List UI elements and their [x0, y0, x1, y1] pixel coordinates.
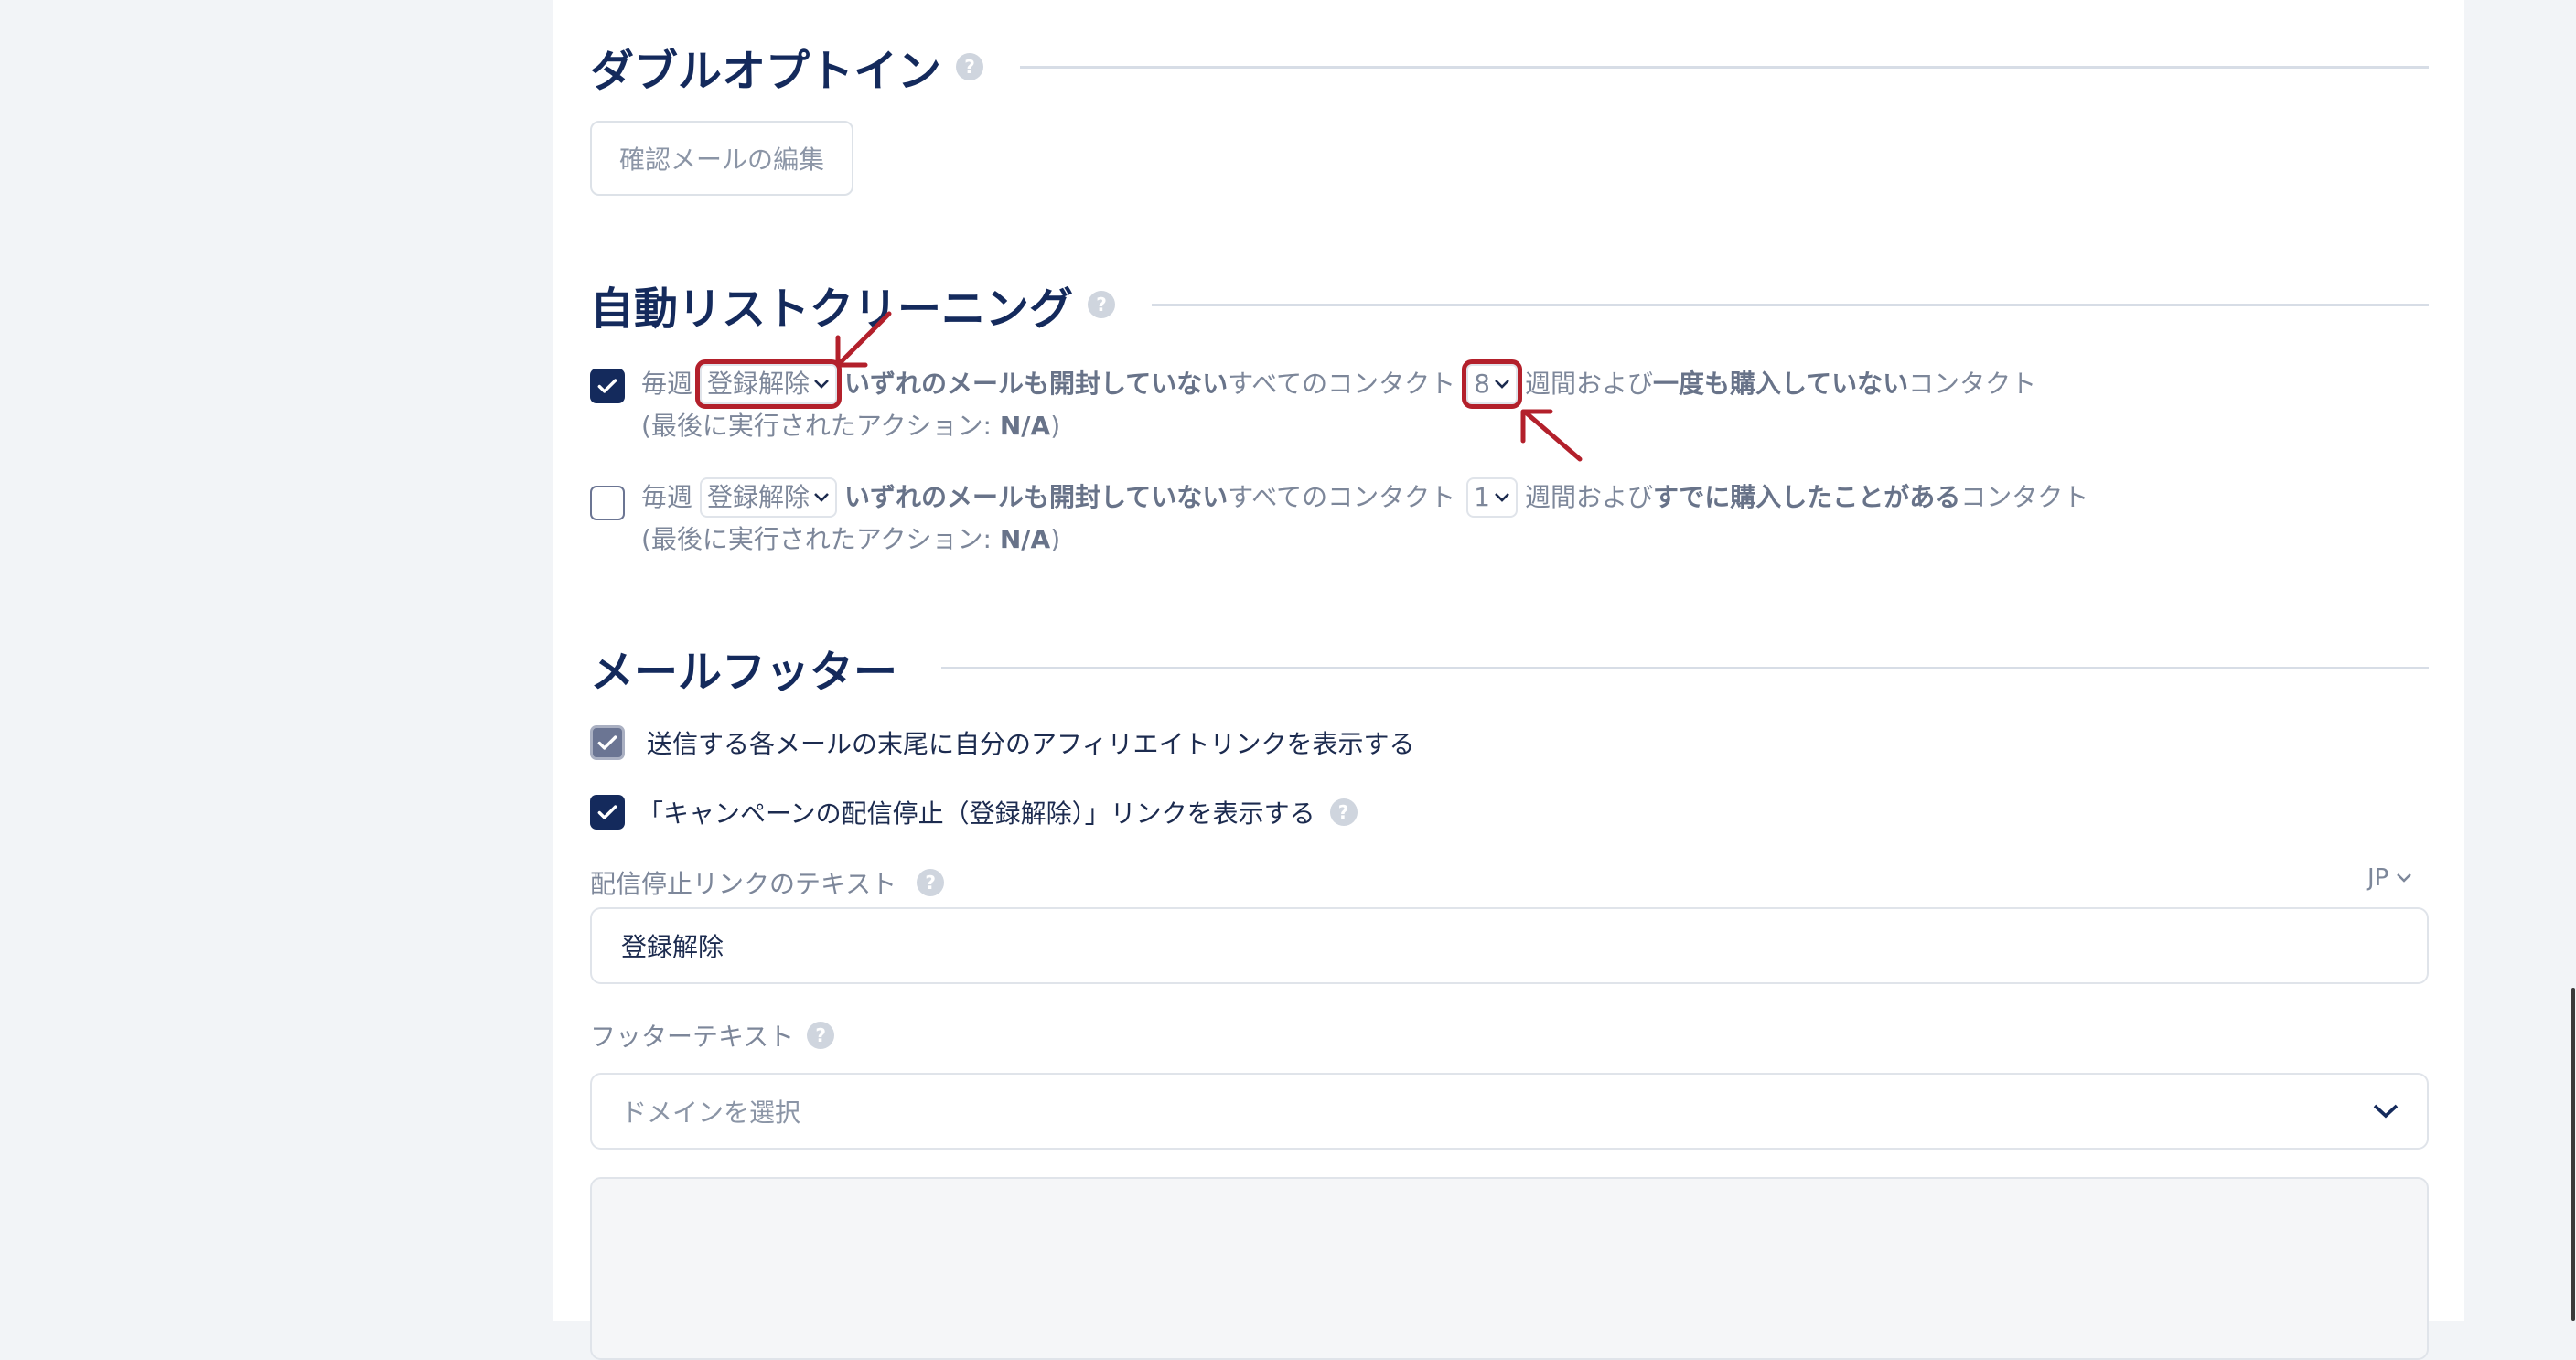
rule-2-condition-2: すでに購入したことがある — [1652, 482, 1961, 512]
rule-1-weeks-value: 8 — [1474, 369, 1490, 399]
unsubscribe-text-input[interactable]: 登録解除 — [590, 907, 2429, 984]
rule-2-last-action: (最後に実行されたアクション: N/A) — [641, 519, 2088, 561]
mail-footer-header: メールフッター — [590, 636, 2429, 700]
rule-1-last-action: (最後に実行されたアクション: N/A) — [641, 405, 2036, 447]
unsubscribe-link-checkbox[interactable] — [590, 795, 625, 830]
rule-1-condition-2: 一度も購入していない — [1652, 369, 1909, 399]
chevron-down-icon — [1495, 380, 1509, 389]
rule-1-prefix: 毎週 — [641, 369, 693, 399]
rule-1-checkbox[interactable] — [590, 369, 625, 403]
rule-2-suffix: コンタクト — [1960, 482, 2089, 512]
rule-1-action-value: 登録解除 — [707, 369, 810, 399]
language-select[interactable]: JP — [2367, 864, 2412, 892]
footer-text-label: フッターテキスト ? — [590, 1017, 835, 1054]
rule-2-prefix: 毎週 — [641, 482, 693, 512]
check-icon — [597, 735, 617, 750]
domain-select[interactable]: ドメインを選択 — [590, 1073, 2429, 1150]
chevron-down-icon — [1495, 493, 1509, 502]
last-action-close: ) — [1050, 524, 1061, 554]
rule-1-weeks-suffix: 週間および — [1524, 369, 1653, 399]
chevron-down-icon — [2397, 873, 2412, 883]
list-cleaning-help-icon[interactable]: ? — [1088, 291, 1116, 318]
rule-2-action-select[interactable]: 登録解除 — [700, 477, 838, 518]
rule-1-suffix: コンタクト — [1908, 369, 2037, 399]
rule-2-mid: すべてのコンタクト — [1228, 482, 1456, 512]
double-optin-title: ダブルオプトイン — [590, 46, 942, 97]
language-value: JP — [2367, 864, 2389, 892]
scrollbar[interactable] — [2571, 988, 2575, 1321]
list-cleaning-title: 自動リストクリーニング — [590, 284, 1074, 335]
unsubscribe-text-label-text: 配信停止リンクのテキスト — [590, 869, 897, 899]
last-action-close: ) — [1050, 411, 1061, 441]
rule-1-mid: すべてのコンタクト — [1228, 369, 1456, 399]
rule-2-weeks-select[interactable]: 1 — [1466, 477, 1518, 518]
double-optin-help-icon[interactable]: ? — [956, 53, 984, 80]
section-divider — [941, 666, 2429, 669]
rule-2-action-value: 登録解除 — [707, 482, 810, 512]
rule-2-weeks-suffix: 週間および — [1524, 482, 1653, 512]
unsubscribe-link-option[interactable]: 「キャンペーンの配信停止（登録解除）」リンクを表示する ? — [590, 794, 1358, 830]
last-action-label: (最後に実行されたアクション: — [641, 411, 1000, 441]
unsubscribe-link-label: 「キャンペーンの配信停止（登録解除）」リンクを表示する — [638, 798, 1315, 829]
affiliate-link-option[interactable]: 送信する各メールの末尾に自分のアフィリエイトリンクを表示する — [590, 724, 1414, 761]
chevron-down-icon — [2373, 1104, 2399, 1119]
footer-text-area[interactable] — [590, 1177, 2429, 1360]
check-icon — [597, 379, 617, 393]
footer-text-help-icon[interactable]: ? — [807, 1022, 835, 1049]
mail-footer-title: メールフッター — [590, 647, 898, 698]
double-optin-header: ダブルオプトイン ? — [590, 35, 2429, 99]
unsubscribe-help-icon[interactable]: ? — [1329, 798, 1358, 826]
last-action-value: N/A — [999, 411, 1051, 441]
rule-1-condition-1: いずれのメールも開封していない — [844, 369, 1229, 399]
list-cleaning-header: 自動リストクリーニング ? — [590, 273, 2429, 337]
chevron-down-icon — [814, 493, 829, 502]
affiliate-link-checkbox[interactable] — [590, 725, 625, 760]
rule-2-condition-1: いずれのメールも開封していない — [844, 482, 1229, 512]
affiliate-link-label: 送信する各メールの末尾に自分のアフィリエイトリンクを表示する — [647, 729, 1415, 759]
cleaning-rule-1: 毎週 登録解除 いずれのメールも開封していない すべてのコンタクト 8 週間およ… — [590, 359, 2036, 447]
unsubscribe-text-label: 配信停止リンクのテキスト ? — [590, 864, 945, 901]
footer-text-label-text: フッターテキスト — [590, 1022, 795, 1052]
last-action-value: N/A — [999, 524, 1051, 554]
section-divider — [1152, 303, 2429, 306]
domain-select-placeholder: ドメインを選択 — [621, 1098, 801, 1128]
rule-2-checkbox[interactable] — [590, 486, 625, 520]
section-divider — [1020, 65, 2429, 69]
last-action-label: (最後に実行されたアクション: — [641, 524, 1000, 554]
cleaning-rule-2: 毎週 登録解除 いずれのメールも開封していない すべてのコンタクト 1 週間およ… — [590, 477, 2088, 561]
unsubscribe-text-help-icon[interactable]: ? — [917, 869, 945, 896]
check-icon — [597, 805, 617, 819]
edit-confirmation-email-button[interactable]: 確認メールの編集 — [590, 121, 853, 196]
chevron-down-icon — [814, 380, 829, 389]
rule-2-weeks-value: 1 — [1474, 482, 1490, 512]
rule-1-weeks-select[interactable]: 8 — [1462, 359, 1522, 409]
rule-1-action-select[interactable]: 登録解除 — [695, 359, 843, 409]
